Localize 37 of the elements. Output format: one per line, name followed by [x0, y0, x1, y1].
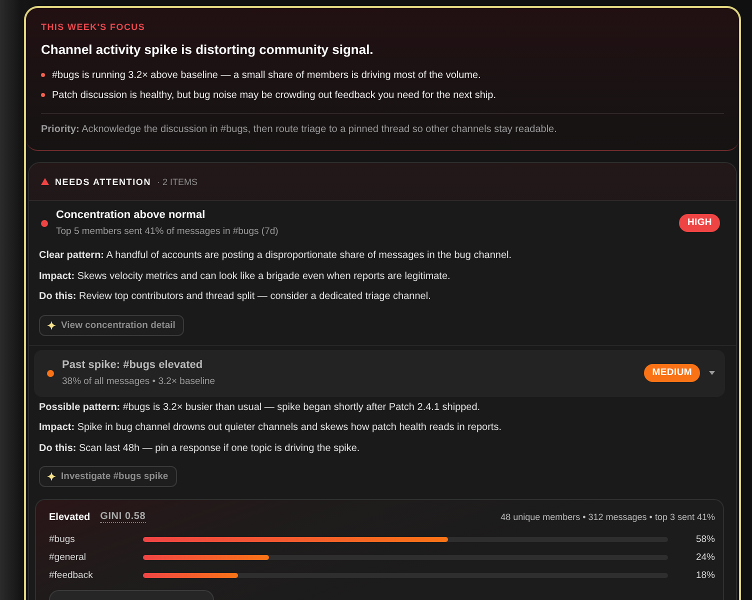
share-percent: 24%	[694, 552, 715, 562]
caret-icon[interactable]	[709, 371, 715, 375]
detail-line: Impact: Spike in bug channel drowns out quieter channels and skews how patch health reads in reports.	[39, 421, 502, 435]
concentration-summary: 48 unique members • 312 messages • top 3 sent 41%	[500, 512, 715, 522]
focus-bullet: Patch discussion is healthy, but bug noise may be crowding out feedback you need for the next ship.	[52, 90, 496, 100]
action-button[interactable]: Investigate #bugs spike	[39, 466, 178, 487]
alert-subtitle: 38% of all messages • 3.2× baseline	[62, 375, 216, 388]
detail-line: Do this: Review top contributors and thread split — consider a dedicated triage channel.	[39, 290, 432, 304]
alert-title: Past spike: #bugs elevated	[62, 358, 204, 373]
gini-value[interactable]: GINI 0.58	[100, 511, 146, 523]
focus-headline: Channel activity spike is distorting community signal.	[41, 41, 374, 59]
focus-bullet: #bugs is running 3.2× above baseline — a small share of members is driving most of the volume.	[52, 70, 481, 80]
detail-line: Possible pattern: #bugs is 3.2× busier than usual — spike began shortly after Patch 2.4.1 shipped.	[39, 400, 482, 414]
detail-line: Do this: Scan last 48h — pin a response if one topic is driving the spike.	[39, 442, 361, 456]
focus-eyebrow: THIS WEEK'S FOCUS	[41, 21, 146, 33]
concentration-status: Elevated	[49, 512, 90, 522]
priority-text: Priority: Acknowledge the discussion in #bugs, then route triage to a pinned thread so other channels stay readable.	[41, 123, 558, 137]
sparkle-icon	[47, 320, 56, 330]
bullet-dot-icon	[41, 93, 45, 97]
share-percent: 58%	[694, 534, 715, 544]
alert-subtitle: Top 5 members sent 41% of messages in #bugs (7d)	[56, 225, 278, 238]
item-count: · 2 ITEMS	[157, 176, 198, 186]
sparkle-icon	[47, 472, 56, 481]
detail-line: Impact: Skews velocity metrics and can look like a brigade even when reports are legitimate.	[39, 270, 452, 284]
alert-header-card[interactable]: Past spike: #bugs elevated 38% of all messages • 3.2× baseline MEDIUM	[34, 350, 725, 396]
bullet-dot-icon	[41, 73, 45, 77]
warning-triangle-icon	[41, 178, 49, 185]
share-percent: 18%	[694, 570, 715, 580]
severity-badge: MEDIUM	[644, 364, 700, 382]
channel-name: #feedback	[49, 570, 94, 580]
detail-line: Clear pattern: A handful of accounts are posting a disproportionate share of messages in the bug channel.	[39, 249, 513, 263]
channel-name: #bugs	[49, 534, 76, 544]
alert-title: Concentration above normal	[56, 208, 206, 223]
attention-title: NEEDS ATTENTION	[55, 176, 152, 186]
channel-name: #general	[49, 552, 87, 562]
severity-badge: HIGH	[679, 214, 720, 232]
action-button[interactable]: View concentration detail	[39, 314, 184, 336]
